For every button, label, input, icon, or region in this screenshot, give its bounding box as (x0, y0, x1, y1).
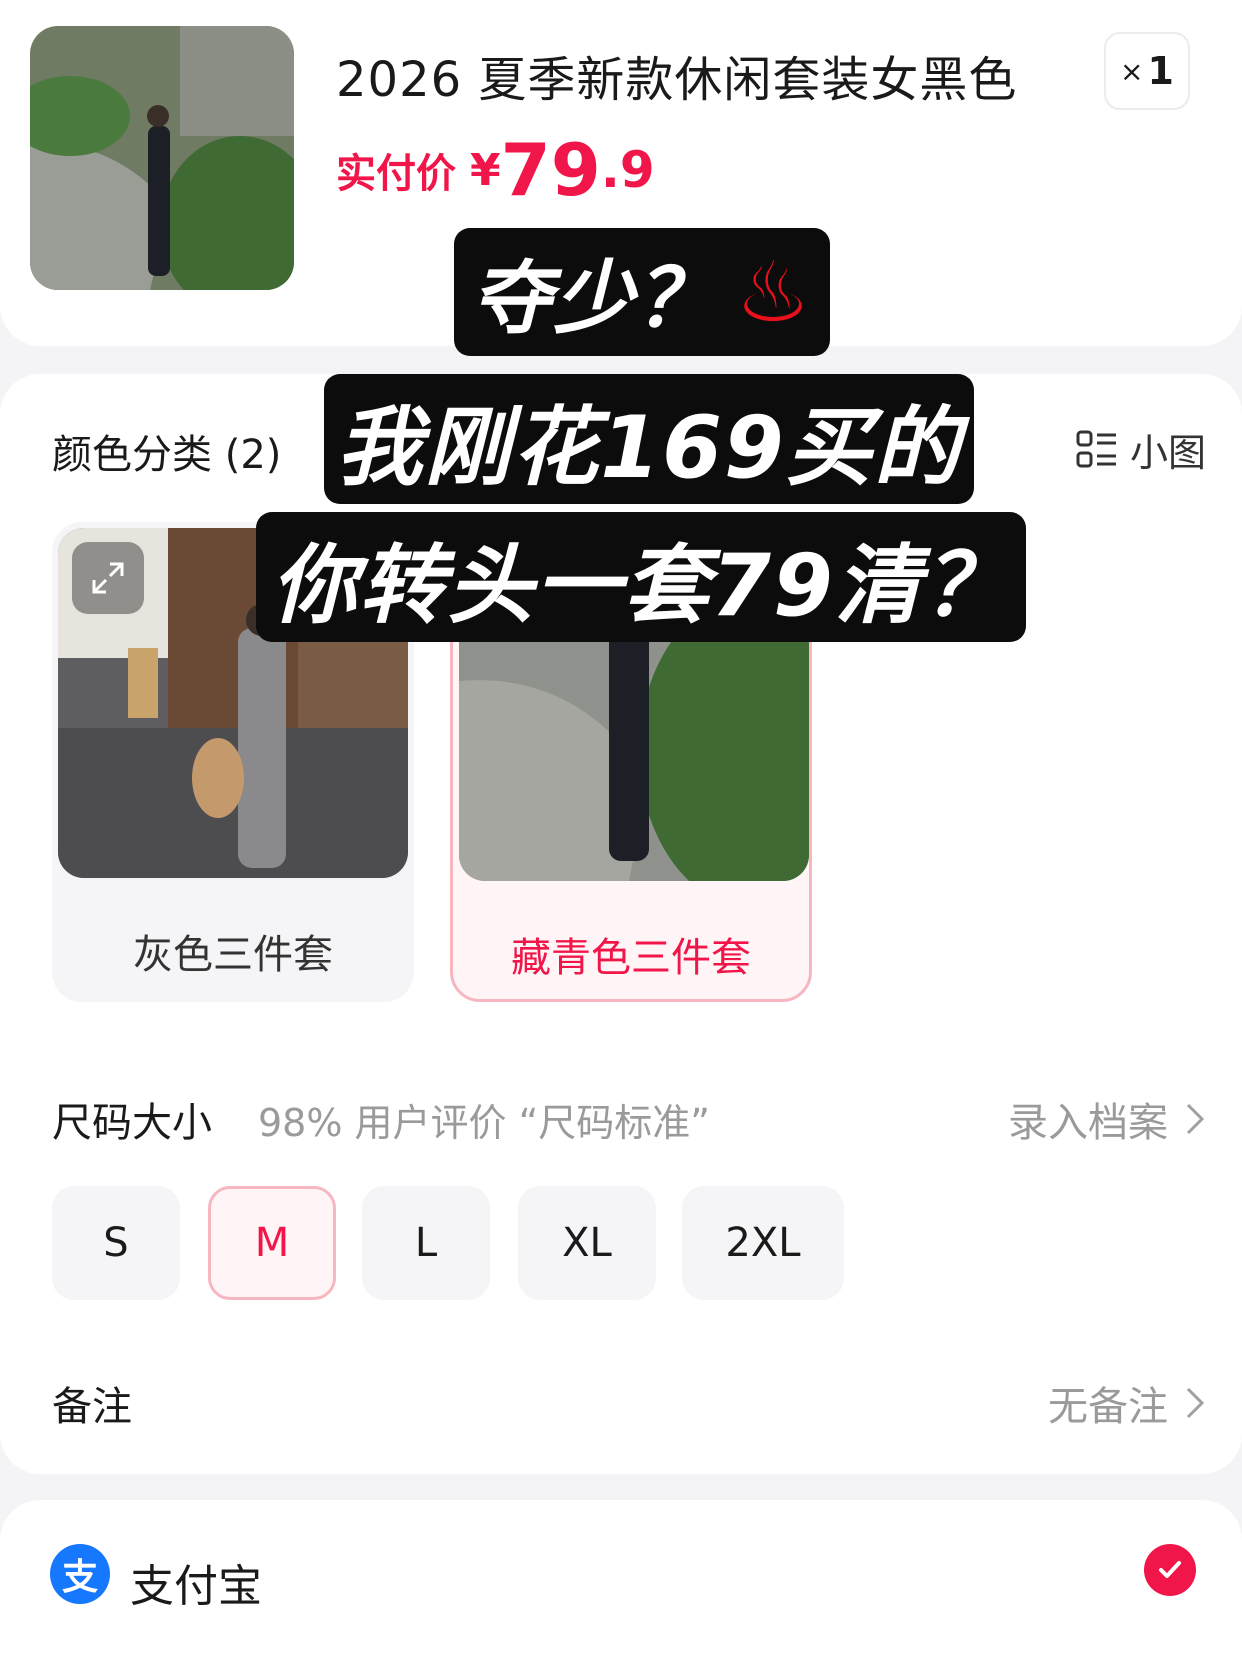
checkmark-icon (1159, 1561, 1181, 1578)
size-option-l[interactable]: L (362, 1186, 490, 1300)
remark-field[interactable]: 无备注 (1048, 1374, 1206, 1432)
remark-value: 无备注 (1048, 1384, 1168, 1430)
price-integer: 79 (500, 128, 601, 212)
size-option-m[interactable]: M (208, 1186, 336, 1300)
size-section-title: 尺码大小 (52, 1100, 212, 1146)
payment-method-name: 支付宝 (130, 1561, 262, 1612)
payment-card[interactable]: 支 支付宝 (0, 1500, 1242, 1656)
remark-title: 备注 (52, 1384, 132, 1430)
size-review-note: 98% 用户评价 “尺码标准” (258, 1101, 710, 1145)
size-profile-label: 录入档案 (1008, 1100, 1168, 1146)
alipay-icon: 支 (50, 1544, 110, 1604)
multiply-sign: × (1120, 54, 1144, 88)
product-title: 2026 夏季新款休闲套装女黑色 (336, 52, 1018, 108)
chevron-right-icon (1186, 1103, 1205, 1135)
expand-image-button[interactable] (72, 542, 144, 614)
price-row: 实付价 ¥79.9 (336, 128, 655, 212)
quantity-stepper[interactable]: × 1 (1104, 32, 1190, 110)
caption-line-1: 夺少？ ♨ (454, 228, 830, 356)
currency-symbol: ¥ (470, 144, 501, 196)
size-profile-link[interactable]: 录入档案 (1008, 1090, 1206, 1148)
caption-line-3: 你转头一套79清？ (256, 512, 1026, 642)
caption-text: 夺少？ (471, 252, 718, 345)
quantity-value: 1 (1147, 49, 1174, 93)
size-option-s[interactable]: S (52, 1186, 180, 1300)
hot-springs-icon: ♨ (735, 243, 813, 341)
selected-check-icon[interactable] (1144, 1544, 1196, 1596)
caption-line-2: 我刚花169买的 (324, 374, 974, 504)
view-toggle[interactable]: 小图 (1076, 422, 1206, 477)
expand-icon (92, 562, 124, 594)
color-option-label: 藏青色三件套 (511, 935, 751, 981)
color-option-label: 灰色三件套 (133, 932, 333, 978)
price-decimal: .9 (600, 141, 655, 199)
chevron-right-icon (1186, 1387, 1205, 1419)
color-section-title: 颜色分类 (2) (52, 432, 282, 478)
view-toggle-label: 小图 (1129, 431, 1206, 475)
size-option-2xl[interactable]: 2XL (682, 1186, 844, 1300)
size-option-xl[interactable]: XL (518, 1186, 656, 1300)
list-view-icon (1076, 430, 1116, 467)
product-thumbnail[interactable] (30, 26, 294, 290)
price-label: 实付价 (336, 151, 456, 197)
